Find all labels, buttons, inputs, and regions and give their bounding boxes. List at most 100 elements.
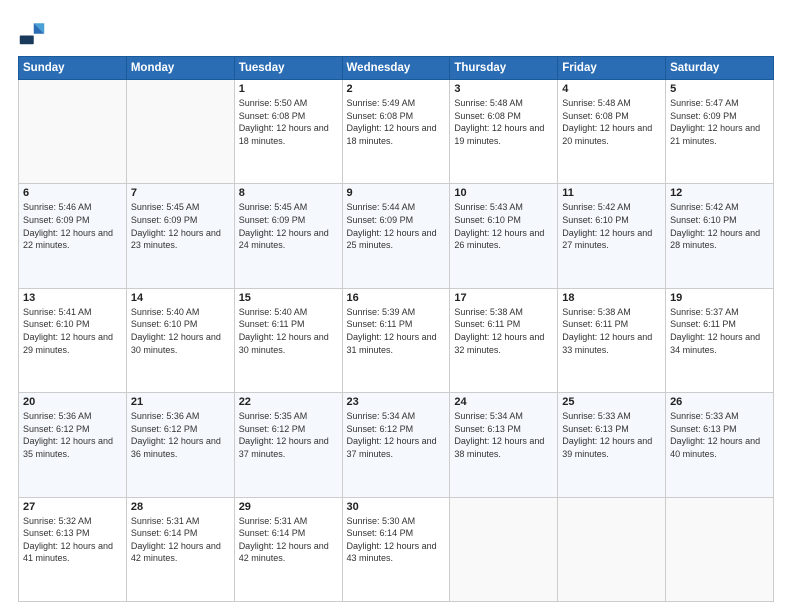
day-info: Sunrise: 5:40 AM Sunset: 6:10 PM Dayligh…	[131, 306, 230, 356]
calendar-cell: 29 Sunrise: 5:31 AM Sunset: 6:14 PM Dayli…	[234, 497, 342, 601]
calendar-cell: 16Sunrise: 5:39 AM Sunset: 6:11 PM Dayli…	[342, 288, 450, 392]
day-number: 4	[562, 83, 661, 95]
day-info: Sunrise: 5:36 AM Sunset: 6:12 PM Dayligh…	[23, 410, 122, 460]
calendar-week-row: 1Sunrise: 5:50 AM Sunset: 6:08 PM Daylig…	[19, 80, 774, 184]
calendar-cell: 2 Sunrise: 5:49 AM Sunset: 6:08 PM Daylig…	[342, 80, 450, 184]
day-number: 8	[239, 187, 338, 199]
calendar-cell: 12Sunrise: 5:42 AM Sunset: 6:10 PM Dayli…	[666, 184, 774, 288]
calendar-cell	[666, 497, 774, 601]
calendar-cell: 21 Sunrise: 5:36 AM Sunset: 6:12 PM Dayli…	[126, 393, 234, 497]
day-number: 13	[23, 292, 122, 304]
day-info: Sunrise: 5:33 AM Sunset: 6:13 PM Dayligh…	[670, 410, 769, 460]
day-info: Sunrise: 5:34 AM Sunset: 6:13 PM Dayligh…	[454, 410, 553, 460]
calendar-week-row: 27Sunrise: 5:32 AM Sunset: 6:13 PM Dayli…	[19, 497, 774, 601]
day-info: Sunrise: 5:45 AM Sunset: 6:09 PM Dayligh…	[131, 201, 230, 251]
day-number: 21	[131, 396, 230, 408]
day-number: 23	[347, 396, 446, 408]
day-info: Sunrise: 5:42 AM Sunset: 6:10 PM Dayligh…	[670, 201, 769, 251]
day-number: 16	[347, 292, 446, 304]
calendar-table: SundayMondayTuesdayWednesdayThursdayFrid…	[18, 56, 774, 602]
day-info: Sunrise: 5:41 AM Sunset: 6:10 PM Dayligh…	[23, 306, 122, 356]
col-header-monday: Monday	[126, 57, 234, 80]
calendar-cell: 27Sunrise: 5:32 AM Sunset: 6:13 PM Dayli…	[19, 497, 127, 601]
day-info: Sunrise: 5:43 AM Sunset: 6:10 PM Dayligh…	[454, 201, 553, 251]
day-info: Sunrise: 5:42 AM Sunset: 6:10 PM Dayligh…	[562, 201, 661, 251]
page: SundayMondayTuesdayWednesdayThursdayFrid…	[0, 0, 792, 612]
calendar-cell: 1Sunrise: 5:50 AM Sunset: 6:08 PM Daylig…	[234, 80, 342, 184]
day-info: Sunrise: 5:47 AM Sunset: 6:09 PM Dayligh…	[670, 97, 769, 147]
day-info: Sunrise: 5:33 AM Sunset: 6:13 PM Dayligh…	[562, 410, 661, 460]
calendar-cell: 17Sunrise: 5:38 AM Sunset: 6:11 PM Dayli…	[450, 288, 558, 392]
calendar-cell: 23 Sunrise: 5:34 AM Sunset: 6:12 PM Dayli…	[342, 393, 450, 497]
day-info: Sunrise: 5:38 AM Sunset: 6:11 PM Dayligh…	[562, 306, 661, 356]
calendar-cell: 8 Sunrise: 5:45 AM Sunset: 6:09 PM Daylig…	[234, 184, 342, 288]
day-info: Sunrise: 5:40 AM Sunset: 6:11 PM Dayligh…	[239, 306, 338, 356]
day-number: 5	[670, 83, 769, 95]
day-number: 29	[239, 501, 338, 513]
day-info: Sunrise: 5:50 AM Sunset: 6:08 PM Dayligh…	[239, 97, 338, 147]
day-number: 17	[454, 292, 553, 304]
calendar-cell: 22 Sunrise: 5:35 AM Sunset: 6:12 PM Dayli…	[234, 393, 342, 497]
calendar-cell: 30 Sunrise: 5:30 AM Sunset: 6:14 PM Dayli…	[342, 497, 450, 601]
day-info: Sunrise: 5:48 AM Sunset: 6:08 PM Dayligh…	[562, 97, 661, 147]
day-info: Sunrise: 5:36 AM Sunset: 6:12 PM Dayligh…	[131, 410, 230, 460]
header	[18, 18, 774, 46]
day-info: Sunrise: 5:35 AM Sunset: 6:12 PM Dayligh…	[239, 410, 338, 460]
calendar-cell: 11 Sunrise: 5:42 AM Sunset: 6:10 PM Dayli…	[558, 184, 666, 288]
calendar-header-row: SundayMondayTuesdayWednesdayThursdayFrid…	[19, 57, 774, 80]
calendar-cell	[558, 497, 666, 601]
day-number: 20	[23, 396, 122, 408]
calendar-cell: 25Sunrise: 5:33 AM Sunset: 6:13 PM Dayli…	[558, 393, 666, 497]
calendar-cell	[126, 80, 234, 184]
day-number: 22	[239, 396, 338, 408]
day-info: Sunrise: 5:30 AM Sunset: 6:14 PM Dayligh…	[347, 515, 446, 565]
calendar-cell	[450, 497, 558, 601]
calendar-cell: 18 Sunrise: 5:38 AM Sunset: 6:11 PM Dayli…	[558, 288, 666, 392]
calendar-cell: 15 Sunrise: 5:40 AM Sunset: 6:11 PM Dayli…	[234, 288, 342, 392]
day-number: 14	[131, 292, 230, 304]
day-number: 18	[562, 292, 661, 304]
calendar-cell: 28 Sunrise: 5:31 AM Sunset: 6:14 PM Dayli…	[126, 497, 234, 601]
day-info: Sunrise: 5:48 AM Sunset: 6:08 PM Dayligh…	[454, 97, 553, 147]
col-header-sunday: Sunday	[19, 57, 127, 80]
calendar-cell: 6Sunrise: 5:46 AM Sunset: 6:09 PM Daylig…	[19, 184, 127, 288]
day-info: Sunrise: 5:49 AM Sunset: 6:08 PM Dayligh…	[347, 97, 446, 147]
day-number: 10	[454, 187, 553, 199]
calendar-week-row: 20 Sunrise: 5:36 AM Sunset: 6:12 PM Dayli…	[19, 393, 774, 497]
day-info: Sunrise: 5:34 AM Sunset: 6:12 PM Dayligh…	[347, 410, 446, 460]
day-number: 6	[23, 187, 122, 199]
day-number: 11	[562, 187, 661, 199]
calendar-cell: 3 Sunrise: 5:48 AM Sunset: 6:08 PM Daylig…	[450, 80, 558, 184]
calendar-week-row: 13 Sunrise: 5:41 AM Sunset: 6:10 PM Dayli…	[19, 288, 774, 392]
day-number: 28	[131, 501, 230, 513]
calendar-cell	[19, 80, 127, 184]
col-header-wednesday: Wednesday	[342, 57, 450, 80]
calendar-cell: 26 Sunrise: 5:33 AM Sunset: 6:13 PM Dayli…	[666, 393, 774, 497]
day-info: Sunrise: 5:45 AM Sunset: 6:09 PM Dayligh…	[239, 201, 338, 251]
day-number: 9	[347, 187, 446, 199]
day-number: 7	[131, 187, 230, 199]
col-header-thursday: Thursday	[450, 57, 558, 80]
day-info: Sunrise: 5:37 AM Sunset: 6:11 PM Dayligh…	[670, 306, 769, 356]
calendar-cell: 10 Sunrise: 5:43 AM Sunset: 6:10 PM Dayli…	[450, 184, 558, 288]
day-number: 24	[454, 396, 553, 408]
col-header-saturday: Saturday	[666, 57, 774, 80]
day-number: 26	[670, 396, 769, 408]
day-number: 15	[239, 292, 338, 304]
calendar-cell: 5 Sunrise: 5:47 AM Sunset: 6:09 PM Daylig…	[666, 80, 774, 184]
day-info: Sunrise: 5:31 AM Sunset: 6:14 PM Dayligh…	[131, 515, 230, 565]
day-number: 3	[454, 83, 553, 95]
day-number: 30	[347, 501, 446, 513]
col-header-friday: Friday	[558, 57, 666, 80]
calendar-cell: 9 Sunrise: 5:44 AM Sunset: 6:09 PM Daylig…	[342, 184, 450, 288]
day-info: Sunrise: 5:32 AM Sunset: 6:13 PM Dayligh…	[23, 515, 122, 565]
calendar-cell: 4 Sunrise: 5:48 AM Sunset: 6:08 PM Daylig…	[558, 80, 666, 184]
day-number: 2	[347, 83, 446, 95]
calendar-cell: 13 Sunrise: 5:41 AM Sunset: 6:10 PM Dayli…	[19, 288, 127, 392]
day-info: Sunrise: 5:44 AM Sunset: 6:09 PM Dayligh…	[347, 201, 446, 251]
logo	[18, 18, 50, 46]
calendar-cell: 7 Sunrise: 5:45 AM Sunset: 6:09 PM Daylig…	[126, 184, 234, 288]
calendar-cell: 19Sunrise: 5:37 AM Sunset: 6:11 PM Dayli…	[666, 288, 774, 392]
day-info: Sunrise: 5:31 AM Sunset: 6:14 PM Dayligh…	[239, 515, 338, 565]
calendar-cell: 20 Sunrise: 5:36 AM Sunset: 6:12 PM Dayli…	[19, 393, 127, 497]
